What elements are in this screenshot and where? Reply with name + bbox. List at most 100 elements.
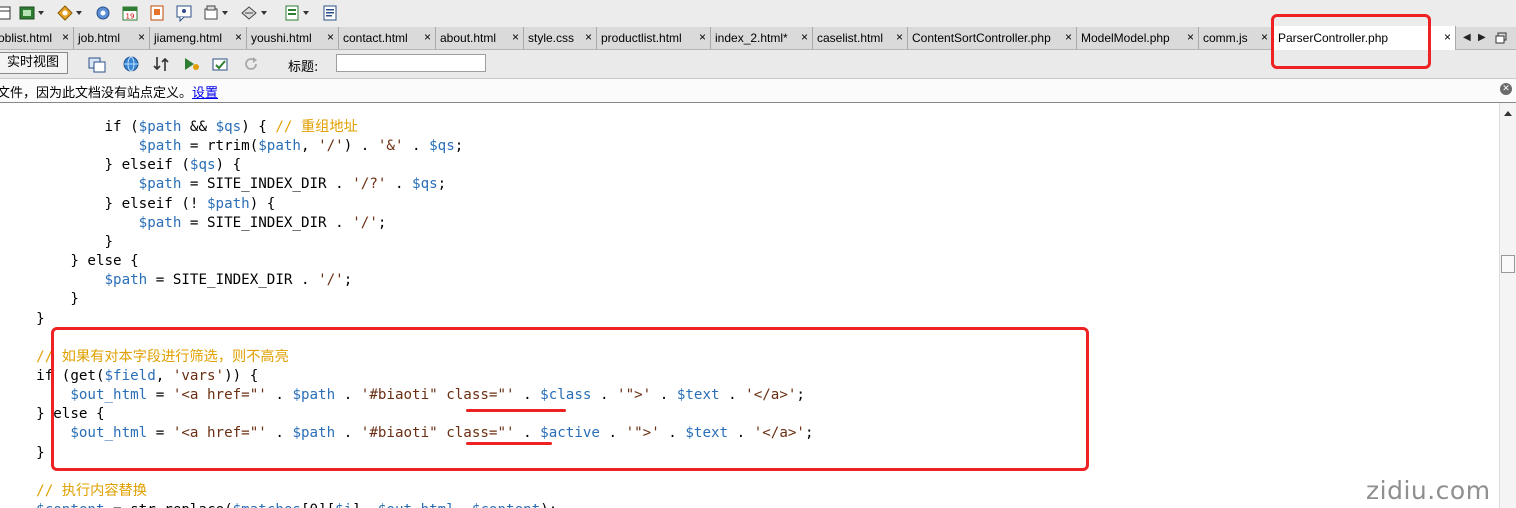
code-line[interactable]: } else { [2, 252, 138, 271]
browser-preview-icon[interactable] [122, 55, 140, 73]
close-icon[interactable]: × [424, 30, 431, 44]
tab-model-model[interactable]: ModelModel.php × [1077, 27, 1199, 49]
tab-scroll-left-icon[interactable]: ◀ [1463, 32, 1471, 43]
validate-icon[interactable] [211, 55, 229, 73]
close-icon[interactable]: × [62, 30, 69, 44]
tab-scroll-right-icon[interactable]: ▶ [1478, 32, 1486, 43]
tab-parser-controller[interactable]: ParserController.php × [1273, 26, 1456, 50]
code-line[interactable]: // 执行内容替换 [2, 482, 147, 501]
layout-icon[interactable] [0, 4, 12, 22]
calendar-icon[interactable]: 19 [121, 4, 139, 22]
code-token: $out_html [70, 425, 148, 442]
code-view-icon[interactable] [202, 4, 220, 22]
code-line[interactable]: } [2, 310, 45, 329]
code-token: $content [36, 502, 104, 508]
code-token: } elseif ( [2, 157, 190, 174]
tab-label: jiameng.html [154, 31, 223, 45]
main-toolbar: 19 [0, 0, 1516, 28]
tab-youshi[interactable]: youshi.html × [247, 27, 339, 49]
close-icon[interactable]: × [1261, 30, 1268, 44]
code-token: . [266, 387, 293, 404]
tab-job[interactable]: job.html × [74, 27, 150, 49]
code-token: ); [540, 502, 557, 508]
format-dropdown-arrow[interactable] [261, 11, 267, 15]
close-icon[interactable]: × [801, 30, 808, 44]
tab-content-sort-controller[interactable]: ContentSortController.php × [908, 27, 1077, 49]
close-icon[interactable]: ✕ [1500, 83, 1512, 95]
inspect-icon[interactable] [88, 55, 106, 73]
code-editor[interactable]: if ($path && $qs) { // 重组地址 $path = rtri… [0, 103, 1498, 508]
title-input[interactable] [336, 54, 486, 72]
insert-dropdown-arrow[interactable] [38, 11, 44, 15]
code-token: $class [540, 387, 592, 404]
code-line[interactable]: } [2, 290, 79, 309]
close-icon[interactable]: × [1187, 30, 1194, 44]
design-icon[interactable] [56, 4, 74, 22]
tab-label: oblist.html [0, 31, 53, 45]
close-icon[interactable]: × [512, 30, 519, 44]
code-line[interactable]: } elseif ($qs) { [2, 156, 241, 175]
design-dropdown-arrow[interactable] [76, 11, 82, 15]
close-icon[interactable]: × [896, 30, 903, 44]
code-line[interactable]: } [2, 444, 45, 463]
tab-comm-js[interactable]: comm.js × [1199, 27, 1273, 49]
format-icon[interactable] [240, 4, 258, 22]
preview-icon[interactable] [175, 4, 193, 22]
vertical-scrollbar[interactable] [1499, 103, 1516, 508]
clipboard-icon[interactable] [321, 4, 339, 22]
code-line[interactable]: if ($path && $qs) { // 重组地址 [2, 118, 358, 137]
settings-icon[interactable] [94, 4, 112, 22]
code-line[interactable]: $out_html = '<a href="' . $path . '#biao… [2, 386, 805, 405]
tab-contact[interactable]: contact.html × [339, 27, 436, 49]
code-line[interactable]: } elseif (! $path) { [2, 195, 275, 214]
code-line[interactable]: // 如果有对本字段进行筛选，则不高亮 [2, 348, 289, 367]
code-token: = [147, 425, 173, 442]
close-icon[interactable]: × [1444, 30, 1451, 44]
document-icon[interactable] [283, 4, 301, 22]
code-token: $path [104, 272, 148, 289]
close-icon[interactable]: × [585, 30, 592, 44]
close-icon[interactable]: × [1065, 30, 1072, 44]
code-line[interactable]: } [2, 233, 113, 252]
debug-icon[interactable] [182, 55, 200, 73]
setup-link[interactable]: 设置 [192, 86, 218, 101]
insert-icon[interactable] [18, 4, 36, 22]
code-token: . [514, 387, 541, 404]
template-icon[interactable] [148, 4, 166, 22]
tab-index-2[interactable]: index_2.html* × [711, 27, 813, 49]
code-token: ) { [241, 119, 276, 135]
file-transfer-icon[interactable] [152, 55, 170, 73]
tab-oblist[interactable]: oblist.html × [0, 27, 74, 49]
close-icon[interactable]: × [327, 30, 334, 44]
code-line[interactable]: } else { [2, 405, 104, 424]
document-dropdown-arrow[interactable] [303, 11, 309, 15]
tab-jiameng[interactable]: jiameng.html × [150, 27, 247, 49]
close-icon[interactable]: × [138, 30, 145, 44]
close-icon[interactable]: × [699, 30, 706, 44]
tab-caselist[interactable]: caselist.html × [813, 27, 908, 49]
code-view-dropdown-arrow[interactable] [222, 11, 228, 15]
code-token: [0][ [301, 502, 335, 508]
tab-productlist[interactable]: productlist.html × [597, 27, 711, 49]
code-line[interactable]: $content = str_replace($matches[0][$i], … [2, 501, 557, 508]
code-line[interactable]: $out_html = '<a href="' . $path . '#biao… [2, 424, 813, 443]
code-line[interactable]: $path = SITE_INDEX_DIR . '/'; [2, 214, 387, 233]
restore-window-icon[interactable] [1495, 32, 1507, 44]
scroll-up-icon[interactable] [1504, 111, 1512, 116]
code-line[interactable]: $path = SITE_INDEX_DIR . '/'; [2, 271, 353, 290]
code-line[interactable]: if (get($field, 'vars')) { [2, 367, 258, 386]
code-line[interactable]: $path = rtrim($path, '/') . '&' . $qs; [2, 137, 464, 156]
refresh-icon[interactable] [242, 55, 260, 73]
tab-label: index_2.html* [715, 31, 788, 45]
close-icon[interactable]: × [235, 30, 242, 44]
tab-about[interactable]: about.html × [436, 27, 524, 49]
scroll-thumb[interactable] [1501, 255, 1515, 273]
code-line[interactable]: $path = SITE_INDEX_DIR . '/?' . $qs; [2, 175, 447, 194]
live-view-button[interactable]: 实时视图 [0, 52, 68, 74]
code-token: . [514, 425, 541, 442]
tab-style[interactable]: style.css × [524, 27, 597, 49]
